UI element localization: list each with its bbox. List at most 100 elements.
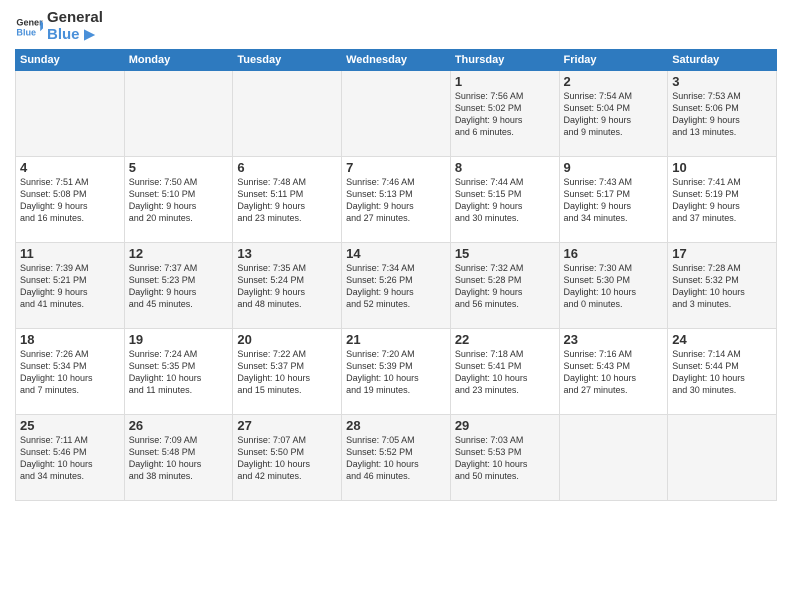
day-info: Sunrise: 7:43 AM Sunset: 5:17 PM Dayligh… [564, 176, 664, 225]
day-cell: 18Sunrise: 7:26 AM Sunset: 5:34 PM Dayli… [16, 329, 125, 415]
day-cell: 25Sunrise: 7:11 AM Sunset: 5:46 PM Dayli… [16, 415, 125, 501]
day-number: 26 [129, 418, 229, 433]
header-day-saturday: Saturday [668, 50, 777, 71]
day-cell: 26Sunrise: 7:09 AM Sunset: 5:48 PM Dayli… [124, 415, 233, 501]
day-info: Sunrise: 7:14 AM Sunset: 5:44 PM Dayligh… [672, 348, 772, 397]
day-number: 16 [564, 246, 664, 261]
day-info: Sunrise: 7:26 AM Sunset: 5:34 PM Dayligh… [20, 348, 120, 397]
day-number: 20 [237, 332, 337, 347]
week-row-5: 25Sunrise: 7:11 AM Sunset: 5:46 PM Dayli… [16, 415, 777, 501]
day-cell: 6Sunrise: 7:48 AM Sunset: 5:11 PM Daylig… [233, 157, 342, 243]
day-info: Sunrise: 7:53 AM Sunset: 5:06 PM Dayligh… [672, 90, 772, 139]
day-info: Sunrise: 7:34 AM Sunset: 5:26 PM Dayligh… [346, 262, 446, 311]
day-number: 17 [672, 246, 772, 261]
day-info: Sunrise: 7:16 AM Sunset: 5:43 PM Dayligh… [564, 348, 664, 397]
header-day-thursday: Thursday [450, 50, 559, 71]
day-cell: 7Sunrise: 7:46 AM Sunset: 5:13 PM Daylig… [342, 157, 451, 243]
day-info: Sunrise: 7:41 AM Sunset: 5:19 PM Dayligh… [672, 176, 772, 225]
day-info: Sunrise: 7:32 AM Sunset: 5:28 PM Dayligh… [455, 262, 555, 311]
day-number: 25 [20, 418, 120, 433]
day-info: Sunrise: 7:11 AM Sunset: 5:46 PM Dayligh… [20, 434, 120, 483]
day-cell: 14Sunrise: 7:34 AM Sunset: 5:26 PM Dayli… [342, 243, 451, 329]
day-number: 7 [346, 160, 446, 175]
header-day-tuesday: Tuesday [233, 50, 342, 71]
day-cell: 27Sunrise: 7:07 AM Sunset: 5:50 PM Dayli… [233, 415, 342, 501]
day-number: 6 [237, 160, 337, 175]
svg-text:Blue: Blue [16, 27, 36, 37]
day-number: 18 [20, 332, 120, 347]
day-number: 13 [237, 246, 337, 261]
day-number: 29 [455, 418, 555, 433]
day-number: 23 [564, 332, 664, 347]
day-cell: 28Sunrise: 7:05 AM Sunset: 5:52 PM Dayli… [342, 415, 451, 501]
day-number: 12 [129, 246, 229, 261]
day-cell [559, 415, 668, 501]
day-info: Sunrise: 7:24 AM Sunset: 5:35 PM Dayligh… [129, 348, 229, 397]
day-number: 14 [346, 246, 446, 261]
day-info: Sunrise: 7:48 AM Sunset: 5:11 PM Dayligh… [237, 176, 337, 225]
calendar-table: SundayMondayTuesdayWednesdayThursdayFrid… [15, 49, 777, 501]
day-cell: 23Sunrise: 7:16 AM Sunset: 5:43 PM Dayli… [559, 329, 668, 415]
day-info: Sunrise: 7:07 AM Sunset: 5:50 PM Dayligh… [237, 434, 337, 483]
day-info: Sunrise: 7:51 AM Sunset: 5:08 PM Dayligh… [20, 176, 120, 225]
logo-arrow-icon [84, 29, 100, 41]
header-day-monday: Monday [124, 50, 233, 71]
day-number: 27 [237, 418, 337, 433]
day-info: Sunrise: 7:46 AM Sunset: 5:13 PM Dayligh… [346, 176, 446, 225]
header-day-sunday: Sunday [16, 50, 125, 71]
day-cell: 16Sunrise: 7:30 AM Sunset: 5:30 PM Dayli… [559, 243, 668, 329]
day-number: 2 [564, 74, 664, 89]
day-number: 28 [346, 418, 446, 433]
day-cell: 2Sunrise: 7:54 AM Sunset: 5:04 PM Daylig… [559, 71, 668, 157]
day-cell: 9Sunrise: 7:43 AM Sunset: 5:17 PM Daylig… [559, 157, 668, 243]
header-day-wednesday: Wednesday [342, 50, 451, 71]
day-info: Sunrise: 7:05 AM Sunset: 5:52 PM Dayligh… [346, 434, 446, 483]
day-cell: 13Sunrise: 7:35 AM Sunset: 5:24 PM Dayli… [233, 243, 342, 329]
day-cell: 8Sunrise: 7:44 AM Sunset: 5:15 PM Daylig… [450, 157, 559, 243]
day-cell: 20Sunrise: 7:22 AM Sunset: 5:37 PM Dayli… [233, 329, 342, 415]
day-number: 10 [672, 160, 772, 175]
day-cell: 29Sunrise: 7:03 AM Sunset: 5:53 PM Dayli… [450, 415, 559, 501]
day-number: 21 [346, 332, 446, 347]
header-row: SundayMondayTuesdayWednesdayThursdayFrid… [16, 50, 777, 71]
day-info: Sunrise: 7:18 AM Sunset: 5:41 PM Dayligh… [455, 348, 555, 397]
day-info: Sunrise: 7:50 AM Sunset: 5:10 PM Dayligh… [129, 176, 229, 225]
day-number: 1 [455, 74, 555, 89]
day-cell: 19Sunrise: 7:24 AM Sunset: 5:35 PM Dayli… [124, 329, 233, 415]
day-cell: 24Sunrise: 7:14 AM Sunset: 5:44 PM Dayli… [668, 329, 777, 415]
day-cell: 1Sunrise: 7:56 AM Sunset: 5:02 PM Daylig… [450, 71, 559, 157]
header: General Blue General Blue [15, 10, 777, 43]
day-cell: 17Sunrise: 7:28 AM Sunset: 5:32 PM Dayli… [668, 243, 777, 329]
day-cell: 11Sunrise: 7:39 AM Sunset: 5:21 PM Dayli… [16, 243, 125, 329]
day-number: 15 [455, 246, 555, 261]
day-number: 24 [672, 332, 772, 347]
day-info: Sunrise: 7:44 AM Sunset: 5:15 PM Dayligh… [455, 176, 555, 225]
day-number: 5 [129, 160, 229, 175]
day-number: 4 [20, 160, 120, 175]
day-info: Sunrise: 7:56 AM Sunset: 5:02 PM Dayligh… [455, 90, 555, 139]
day-cell [233, 71, 342, 157]
day-number: 8 [455, 160, 555, 175]
page: General Blue General Blue SundayMondayTu… [0, 0, 792, 612]
day-cell [124, 71, 233, 157]
day-info: Sunrise: 7:03 AM Sunset: 5:53 PM Dayligh… [455, 434, 555, 483]
day-number: 22 [455, 332, 555, 347]
day-cell [16, 71, 125, 157]
day-cell: 22Sunrise: 7:18 AM Sunset: 5:41 PM Dayli… [450, 329, 559, 415]
logo-icon: General Blue [15, 13, 43, 41]
week-row-3: 11Sunrise: 7:39 AM Sunset: 5:21 PM Dayli… [16, 243, 777, 329]
week-row-4: 18Sunrise: 7:26 AM Sunset: 5:34 PM Dayli… [16, 329, 777, 415]
day-info: Sunrise: 7:22 AM Sunset: 5:37 PM Dayligh… [237, 348, 337, 397]
day-cell: 5Sunrise: 7:50 AM Sunset: 5:10 PM Daylig… [124, 157, 233, 243]
day-number: 11 [20, 246, 120, 261]
day-cell [668, 415, 777, 501]
logo-general: General [47, 10, 103, 27]
day-number: 3 [672, 74, 772, 89]
day-info: Sunrise: 7:20 AM Sunset: 5:39 PM Dayligh… [346, 348, 446, 397]
day-cell: 10Sunrise: 7:41 AM Sunset: 5:19 PM Dayli… [668, 157, 777, 243]
day-info: Sunrise: 7:39 AM Sunset: 5:21 PM Dayligh… [20, 262, 120, 311]
day-cell: 12Sunrise: 7:37 AM Sunset: 5:23 PM Dayli… [124, 243, 233, 329]
day-cell: 3Sunrise: 7:53 AM Sunset: 5:06 PM Daylig… [668, 71, 777, 157]
day-info: Sunrise: 7:35 AM Sunset: 5:24 PM Dayligh… [237, 262, 337, 311]
day-cell [342, 71, 451, 157]
